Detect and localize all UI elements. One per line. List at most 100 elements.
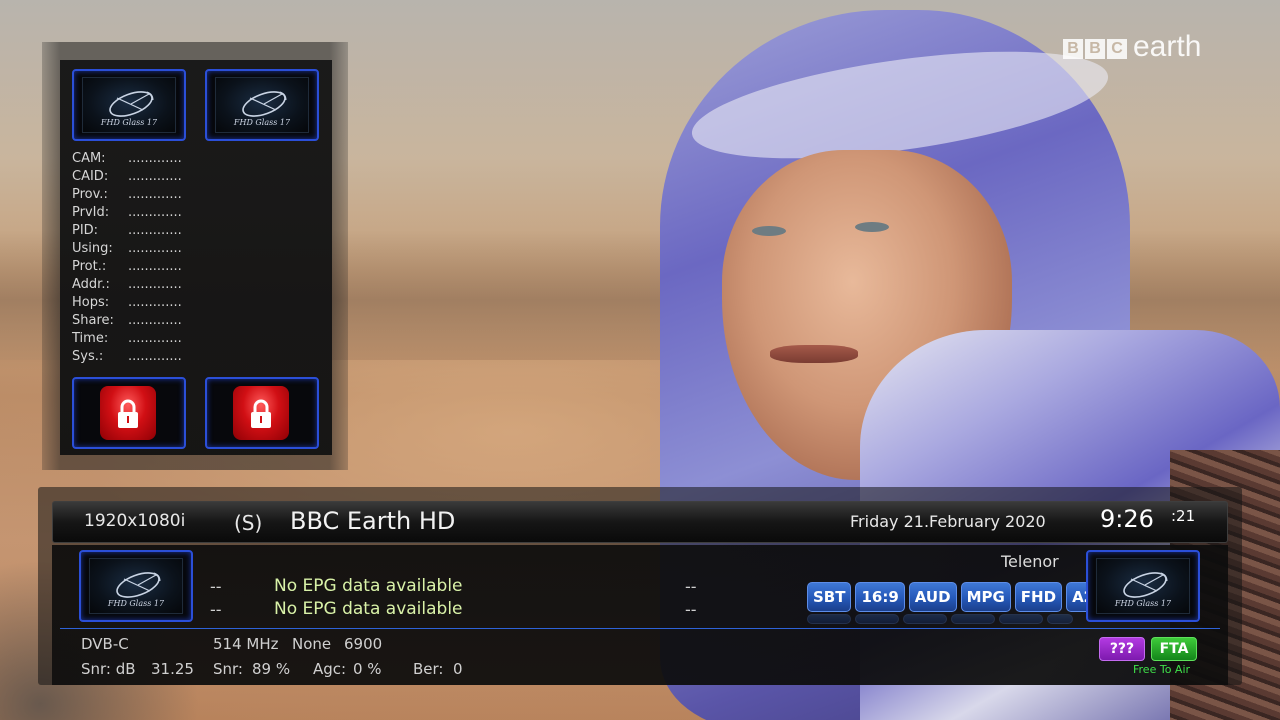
epg-next-duration: -- [685,600,697,619]
channel-picon: FHD Glass 17 [79,550,193,622]
ber-value: 0 [453,660,463,678]
satellite-dish-picon: FHD Glass 17 [215,77,309,133]
aspect-ratio-badge: 16:9 [855,582,905,612]
infobar-divider [60,628,1220,629]
epg-now-time: -- [210,577,222,596]
snr-percent-value: 89 % [252,660,291,678]
ecm-value: ............. [128,259,182,274]
ecm-key: Time: [72,331,109,346]
ecm-row-share: Share:............. [72,313,182,331]
ecm-row-time: Time:............. [72,331,182,349]
ecm-row-prvid: PrvId:............. [72,205,182,223]
clock-time: 9:26 [1100,505,1154,533]
ecm-key: PrvId: [72,205,110,220]
picon-caption: FHD Glass 17 [1114,599,1172,608]
service-type-mark: (S) [234,511,263,535]
ecm-info-list: CAM:............. CAID:............. Pro… [72,151,182,367]
fta-badge: FTA [1151,637,1197,661]
ecm-value: ............. [128,277,182,292]
tuner-fec: None [292,635,332,653]
ecm-value: ............. [128,205,182,220]
network-name: Telenor [1001,552,1059,571]
provider-picon: FHD Glass 17 [1086,550,1200,622]
free-to-air-label: Free To Air [1133,663,1191,676]
epg-now-duration: -- [685,577,697,596]
badge-reflection [807,614,851,624]
video-resolution: 1920x1080i [84,511,186,531]
bbc-logo-letter: B [1085,39,1105,59]
badge-reflection [1047,614,1073,624]
epg-now-title: No EPG data available [274,576,463,596]
ecm-key: Hops: [72,295,110,310]
ecm-row-addr: Addr.:............. [72,277,182,295]
video-codec-badge: MPG [960,582,1011,612]
ecm-row-prov: Prov.:............. [72,187,182,205]
infobar-titlebar [52,501,1228,543]
ecm-value: ............. [128,151,182,166]
left-eye [752,226,786,236]
ecm-key: Using: [72,241,113,256]
tuner-frequency: 514 MHz [213,635,279,653]
snr-percent-label: Snr: [213,660,243,678]
badge-reflection [855,614,899,624]
satellite-dish-icon [116,572,161,598]
badge-reflection [951,614,995,624]
padlock-icon [118,399,138,428]
ecm-value: ............. [128,313,182,328]
agc-value: 0 % [353,660,382,678]
satellite-dish-icon [242,91,287,117]
cam-picon-tile: FHD Glass 17 [72,69,186,141]
padlock-icon [251,399,271,428]
ecm-row-caid: CAID:............. [72,169,182,187]
lock-badge [233,386,289,440]
agc-label: Agc: [313,660,347,678]
ecm-key: Prov.: [72,187,108,202]
tuner-symbol-rate: 6900 [344,635,383,653]
ecm-row-cam: CAM:............. [72,151,182,169]
ecm-row-using: Using:............. [72,241,182,259]
ecm-key: Prot.: [72,259,107,274]
mouth [770,345,858,363]
ecm-key: Sys.: [72,349,104,364]
picon-caption: FHD Glass 17 [100,118,158,127]
encryption-status-tile [205,377,319,449]
lock-badge [100,386,156,440]
earth-wordmark: earth [1133,30,1202,63]
right-eye [855,222,889,232]
ber-label: Ber: [413,660,444,678]
ecm-value: ............. [128,331,182,346]
channel-watermark-logo: B B C earth [1063,32,1201,62]
stream-badges: SBT 16:9 AUD MPG FHD A2 [807,582,1101,612]
unknown-cas-badge: ??? [1099,637,1145,661]
tuner-system: DVB-C [81,635,129,653]
resolution-badge: FHD [1014,582,1063,612]
channel-name: BBC Earth HD [290,507,456,535]
ecm-key: PID: [72,223,99,238]
encryption-status-tile [72,377,186,449]
ecm-row-hops: Hops:............. [72,295,182,313]
stream-badges-reflection [807,614,1073,624]
badge-reflection [999,614,1043,624]
satellite-dish-picon: FHD Glass 17 [1096,558,1190,614]
ecm-row-sys: Sys.:............. [72,349,182,367]
satellite-dish-picon: FHD Glass 17 [89,558,183,614]
bbc-logo-letter: B [1063,39,1083,59]
picon-caption: FHD Glass 17 [233,118,291,127]
ecm-value: ............. [128,187,182,202]
ecm-value: ............. [128,169,182,184]
badge-reflection [903,614,947,624]
subtitle-badge: SBT [807,582,852,612]
provider-picon-tile: FHD Glass 17 [205,69,319,141]
audio-badge: AUD [908,582,957,612]
ecm-value: ............. [128,349,182,364]
picon-caption: FHD Glass 17 [107,599,165,608]
epg-next-title: No EPG data available [274,599,463,619]
ecm-row-pid: PID:............. [72,223,182,241]
satellite-dish-icon [1123,572,1168,598]
epg-next-time: -- [210,600,222,619]
snr-db-label: Snr: dB [81,660,136,678]
ecm-value: ............. [128,241,182,256]
ecm-key: CAID: [72,169,109,184]
ecm-key: CAM: [72,151,106,166]
ecm-key: Share: [72,313,114,328]
